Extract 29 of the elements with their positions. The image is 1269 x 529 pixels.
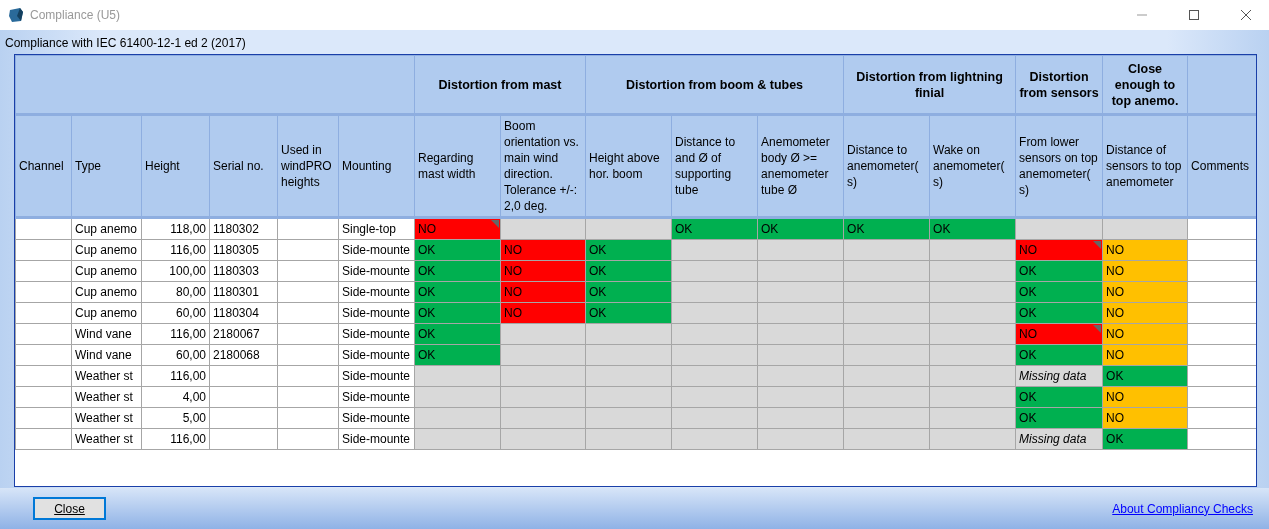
group-header: Distortion from boom & tubes: [585, 55, 844, 115]
group-header: [1187, 55, 1256, 115]
column-header: Anemometer body Ø >= anemometer tube Ø: [757, 114, 844, 218]
close-icon: [1241, 10, 1251, 20]
close-dialog-button[interactable]: Close: [33, 497, 106, 520]
column-header: From lower sensors on top anemometer( s): [1015, 114, 1103, 218]
group-header: Distortion from lightning finial: [843, 55, 1016, 115]
group-header: Distortion from sensors: [1015, 55, 1103, 115]
column-header: Distance to and Ø of supporting tube: [671, 114, 758, 218]
column-header: Type: [71, 114, 142, 218]
column-header: Channel: [15, 114, 72, 218]
window-title: Compliance (U5): [30, 8, 122, 22]
column-header: Mounting: [338, 114, 415, 218]
group-header: Close enough to top anemo.: [1102, 55, 1188, 115]
column-header: Height above hor. boom: [585, 114, 672, 218]
column-header: Height: [141, 114, 210, 218]
column-header: Serial no.: [209, 114, 278, 218]
column-header: Used in windPRO heights: [277, 114, 339, 218]
maximize-icon: [1189, 10, 1199, 20]
app-logo-icon: [8, 7, 24, 23]
column-header: Comments: [1187, 114, 1256, 218]
column-header: Wake on anemometer( s): [929, 114, 1016, 218]
group-header: Distortion from mast: [414, 55, 586, 115]
column-header: Distance to anemometer( s): [843, 114, 930, 218]
column-header: Distance of sensors to top anemometer: [1102, 114, 1188, 218]
column-header: Boom orientation vs. main wind direction. Tolerance +/-: 2,0 deg.: [500, 114, 586, 218]
about-link[interactable]: About Compliancy Checks: [1112, 501, 1253, 516]
column-header: Regarding mast width: [414, 114, 501, 218]
subtitle: Compliance with IEC 61400-12-1 ed 2 (2017): [4, 35, 247, 52]
